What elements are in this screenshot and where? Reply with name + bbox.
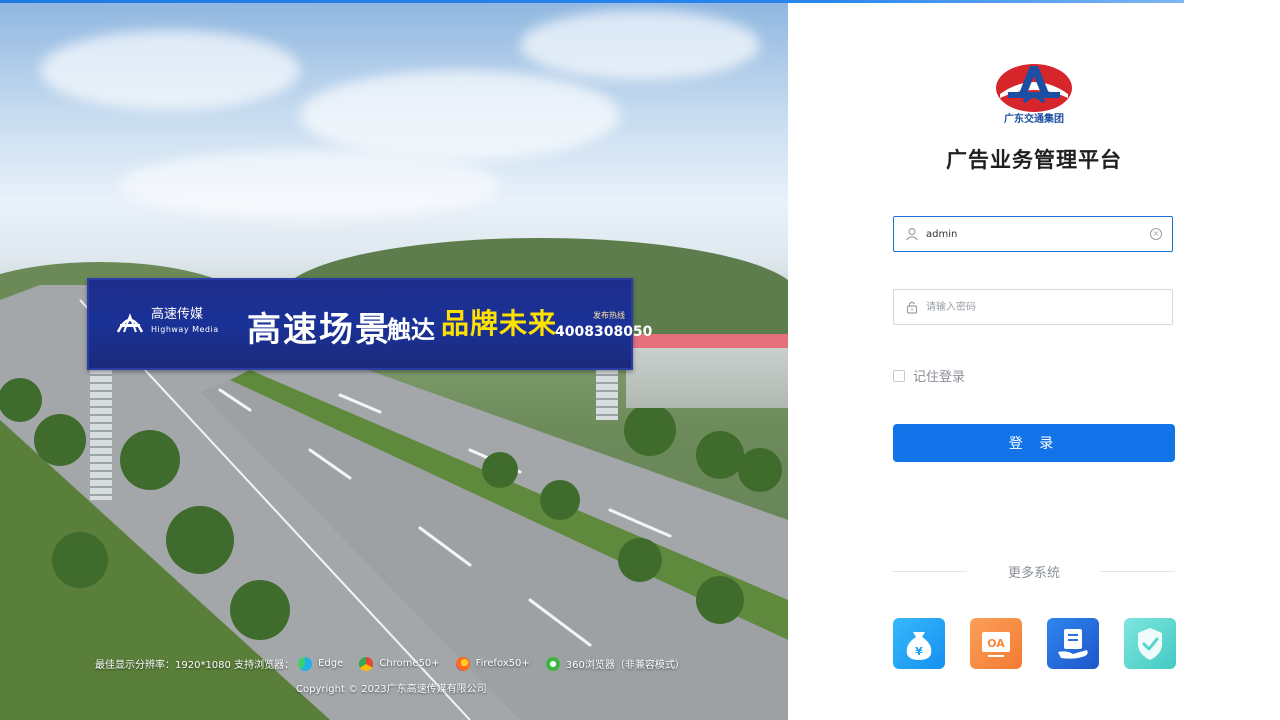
shield-check-icon <box>1138 628 1162 660</box>
360-browser-icon <box>545 656 560 671</box>
username-field[interactable]: × <box>893 216 1173 252</box>
oa-icon: OA <box>982 632 1010 657</box>
browser-360: 360浏览器（非兼容模式） <box>545 656 685 671</box>
highway-media-logo-icon <box>116 313 144 333</box>
chrome-icon <box>359 656 374 671</box>
more-systems-label: 更多系统 <box>1007 566 1060 581</box>
password-field[interactable] <box>893 289 1173 325</box>
top-accent-line <box>0 0 1184 3</box>
security-system-button[interactable] <box>1124 618 1176 669</box>
svg-text:¥: ¥ <box>915 645 923 658</box>
document-hand-icon <box>1058 629 1088 659</box>
browser-chrome: Chrome50+ <box>359 656 440 671</box>
finance-system-button[interactable]: ¥ <box>893 618 945 669</box>
billboard-brand-en: Highway Media <box>151 325 219 334</box>
billboard-slogan-highlight: 品牌未来 <box>441 307 558 340</box>
copyright: Copyright © 2023广东高速传媒有限公司 <box>296 684 487 695</box>
billboard-brand: 高速传媒 Highway Media <box>151 307 219 337</box>
group-logo: 广东交通集团 <box>994 62 1074 126</box>
remember-login-label: 记住登录 <box>913 370 966 385</box>
browser-firefox: Firefox50+ <box>455 656 530 671</box>
browser-label: 360浏览器（非兼容模式） <box>565 660 685 671</box>
browser-edge: Edge <box>298 656 344 671</box>
clear-input-icon[interactable]: × <box>1150 228 1162 240</box>
browser-label: Firefox50+ <box>475 658 530 669</box>
oa-system-button[interactable]: OA <box>970 618 1022 669</box>
user-icon <box>906 227 918 241</box>
highway-billboard: 高速传媒 Highway Media 高速场景 触达 品牌未来 发布热线 400… <box>87 278 652 370</box>
more-systems-divider: 更多系统 <box>893 562 1175 581</box>
hero-image: 高速传媒 Highway Media 高速场景 触达 品牌未来 发布热线 400… <box>0 0 788 720</box>
svg-text:OA: OA <box>987 637 1005 650</box>
firefox-icon <box>455 656 470 671</box>
username-input[interactable] <box>926 224 1136 244</box>
billboard-slogan-main: 高速场景 <box>247 310 391 350</box>
billboard-slogan-mid: 触达 <box>387 315 435 344</box>
money-bag-icon: ¥ <box>906 632 932 660</box>
contract-system-button[interactable] <box>1047 618 1099 669</box>
browser-label: Edge <box>318 658 344 669</box>
billboard-hotline-label: 发布热线 <box>593 311 625 320</box>
password-input[interactable] <box>926 297 1136 317</box>
billboard-pole <box>90 360 112 500</box>
gas-station <box>626 348 788 408</box>
checkbox-box[interactable] <box>893 369 905 382</box>
edge-icon <box>298 656 313 671</box>
browser-support-row: 最佳显示分辨率：1920*1080 支持浏览器： Edge Chrome50+ … <box>95 656 685 671</box>
browser-label: Chrome50+ <box>379 658 440 669</box>
lock-icon <box>906 301 918 314</box>
remember-login-checkbox[interactable]: 记住登录 <box>893 366 965 385</box>
resolution-text: 最佳显示分辨率：1920*1080 支持浏览器： <box>95 660 295 671</box>
logo-text: 广东交通集团 <box>1004 114 1064 125</box>
billboard-hotline: 4008308050 <box>555 324 653 340</box>
page-title: 广告业务管理平台 <box>946 148 1122 172</box>
login-button[interactable]: 登 录 <box>893 424 1175 462</box>
login-panel: 广东交通集团 广告业务管理平台 × 记住登录 登 录 更多系统 ¥ <box>788 0 1280 720</box>
billboard-brand-cn: 高速传媒 <box>151 307 204 322</box>
